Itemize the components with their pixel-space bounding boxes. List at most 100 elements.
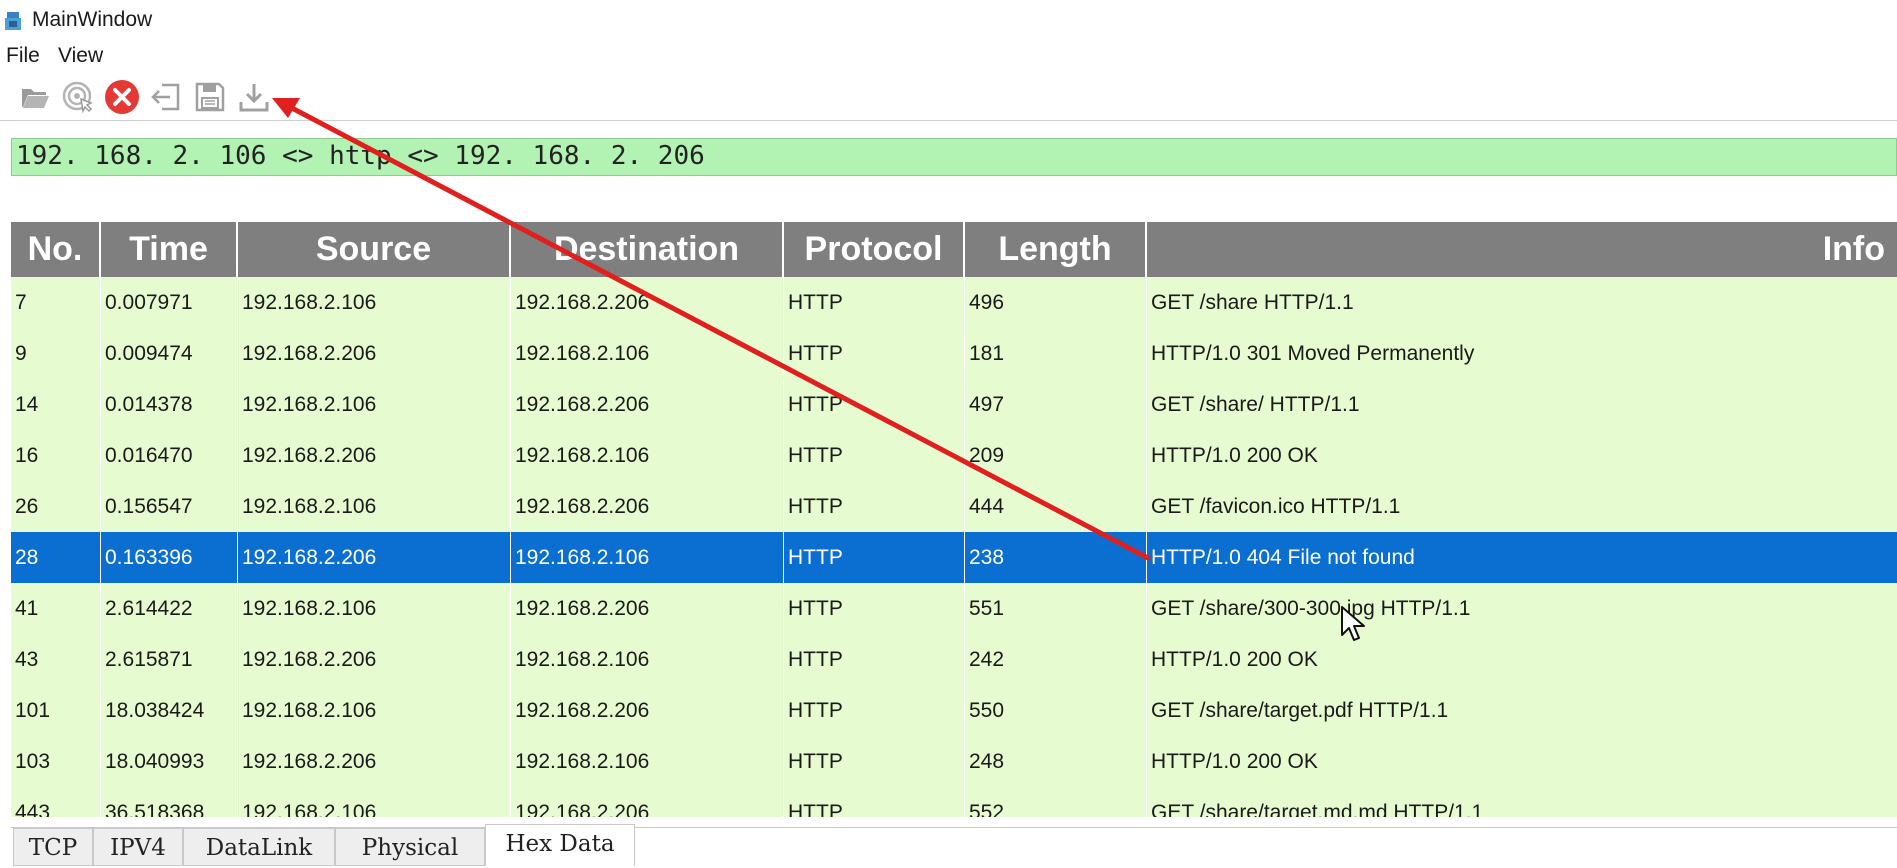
table-row[interactable]: 41 2.614422 192.168.2.106 192.168.2.206 HTTP…	[11, 583, 1897, 634]
save-icon	[195, 82, 225, 112]
cell-time: 0.007971	[101, 277, 238, 328]
column-header-info[interactable]: Info	[1147, 222, 1897, 277]
column-header-protocol[interactable]: Protocol	[784, 222, 965, 277]
cell-source: 192.168.2.206	[238, 430, 511, 481]
cell-info: HTTP/1.0 301 Moved Permanently	[1151, 342, 1475, 365]
cell-info: GET /favicon.ico HTTP/1.1	[1151, 495, 1401, 518]
cell-destination: 192.168.2.106	[511, 328, 784, 379]
cell-time: 2.614422	[101, 583, 238, 634]
close-icon	[105, 80, 139, 114]
cell-length: 497	[965, 379, 1147, 430]
column-header-time[interactable]: Time	[101, 222, 238, 277]
column-header-no[interactable]: No.	[11, 222, 101, 277]
folder-open-icon	[22, 89, 49, 108]
cell-no: 7	[11, 277, 101, 328]
open-file-button[interactable]	[16, 78, 54, 116]
cell-source: 192.168.2.106	[238, 787, 511, 817]
cell-time: 0.014378	[101, 379, 238, 430]
cell-protocol: HTTP	[784, 277, 965, 328]
cell-source: 192.168.2.106	[238, 379, 511, 430]
cell-protocol: HTTP	[784, 634, 965, 685]
table-row[interactable]: 9 0.009474 192.168.2.206 192.168.2.106 HTTP 1…	[11, 328, 1897, 379]
cell-info: HTTP/1.0 200 OK	[1151, 444, 1318, 467]
cell-protocol: HTTP	[784, 787, 965, 817]
table-row[interactable]: 26 0.156547 192.168.2.106 192.168.2.206 HTTP…	[11, 481, 1897, 532]
cell-destination: 192.168.2.206	[511, 583, 784, 634]
column-header-source[interactable]: Source	[238, 222, 511, 277]
cell-protocol: HTTP	[784, 532, 965, 583]
cell-protocol: HTTP	[784, 583, 965, 634]
cell-length: 444	[965, 481, 1147, 532]
tab-physical[interactable]: Physical	[335, 828, 485, 866]
stop-button[interactable]	[103, 78, 141, 116]
filter-display[interactable]: 192. 168. 2. 106 <> http <> 192. 168. 2.…	[11, 138, 1897, 176]
cell-destination: 192.168.2.206	[511, 481, 784, 532]
menu-bar: File View	[0, 42, 1897, 72]
cell-length: 551	[965, 583, 1147, 634]
cell-protocol: HTTP	[784, 430, 965, 481]
cell-source: 192.168.2.106	[238, 277, 511, 328]
table-row[interactable]: 443 36.518368 192.168.2.106 192.168.2.206 HT…	[11, 787, 1897, 817]
cell-length: 238	[965, 532, 1147, 583]
cell-length: 209	[965, 430, 1147, 481]
toolbar	[0, 74, 1897, 121]
cell-time: 2.615871	[101, 634, 238, 685]
cell-source: 192.168.2.206	[238, 736, 511, 787]
cell-no: 9	[11, 328, 101, 379]
cell-source: 192.168.2.206	[238, 532, 511, 583]
table-row[interactable]: 28 0.163396 192.168.2.206 192.168.2.106 HTTP…	[11, 532, 1897, 583]
cell-no: 101	[11, 685, 101, 736]
cell-info: GET /share/300-300.jpg HTTP/1.1	[1151, 597, 1471, 620]
column-header-destination[interactable]: Destination	[511, 222, 784, 277]
cell-time: 18.038424	[101, 685, 238, 736]
exit-icon	[151, 83, 180, 111]
cell-no: 16	[11, 430, 101, 481]
tab-tcp[interactable]: TCP	[13, 828, 93, 866]
cell-destination: 192.168.2.206	[511, 277, 784, 328]
cell-no: 26	[11, 481, 101, 532]
menu-file[interactable]: File	[6, 44, 40, 68]
packet-table[interactable]: No. Time Source Destination Protocol Len…	[11, 222, 1897, 817]
cell-no: 443	[11, 787, 101, 817]
cell-source: 192.168.2.106	[238, 685, 511, 736]
mouse-cursor-icon	[1341, 606, 1365, 641]
cell-destination: 192.168.2.106	[511, 532, 784, 583]
column-header-length[interactable]: Length	[965, 222, 1147, 277]
table-header: No. Time Source Destination Protocol Len…	[11, 222, 1897, 277]
tab-datalink[interactable]: DataLink	[183, 828, 335, 866]
table-row[interactable]: 103 18.040993 192.168.2.206 192.168.2.106 HT…	[11, 736, 1897, 787]
filter-text: 192. 168. 2. 106 <> http <> 192. 168. 2.…	[16, 141, 705, 171]
menu-view[interactable]: View	[58, 44, 103, 68]
download-button[interactable]	[235, 78, 273, 116]
tab-hex-data[interactable]: Hex Data	[485, 824, 635, 866]
table-row[interactable]: 101 18.038424 192.168.2.106 192.168.2.206 HT…	[11, 685, 1897, 736]
cell-destination: 192.168.2.106	[511, 736, 784, 787]
cell-length: 552	[965, 787, 1147, 817]
cell-time: 0.016470	[101, 430, 238, 481]
cell-destination: 192.168.2.206	[511, 685, 784, 736]
cell-info: GET /share/target.pdf HTTP/1.1	[1151, 699, 1449, 722]
download-icon	[239, 84, 269, 112]
cell-info: HTTP/1.0 404 File not found	[1151, 546, 1415, 569]
cell-info: GET /share/ HTTP/1.1	[1151, 393, 1360, 416]
cell-protocol: HTTP	[784, 685, 965, 736]
capture-button[interactable]	[59, 78, 97, 116]
cell-time: 18.040993	[101, 736, 238, 787]
table-row[interactable]: 7 0.007971 192.168.2.106 192.168.2.206 HTTP 4…	[11, 277, 1897, 328]
cell-protocol: HTTP	[784, 379, 965, 430]
cell-protocol: HTTP	[784, 481, 965, 532]
table-row[interactable]: 43 2.615871 192.168.2.206 192.168.2.106 HTTP…	[11, 634, 1897, 685]
exit-button[interactable]	[147, 78, 185, 116]
table-row[interactable]: 14 0.014378 192.168.2.106 192.168.2.206 HTTP…	[11, 379, 1897, 430]
table-row[interactable]: 16 0.016470 192.168.2.206 192.168.2.106 HTTP…	[11, 430, 1897, 481]
tab-ipv4[interactable]: IPV4	[93, 828, 183, 866]
cell-source: 192.168.2.106	[238, 481, 511, 532]
cell-info: HTTP/1.0 200 OK	[1151, 648, 1318, 671]
save-button[interactable]	[191, 78, 229, 116]
cell-info: HTTP/1.0 200 OK	[1151, 750, 1318, 773]
cell-destination: 192.168.2.206	[511, 787, 784, 817]
window-title: MainWindow	[32, 8, 153, 31]
cell-no: 43	[11, 634, 101, 685]
cell-no: 103	[11, 736, 101, 787]
cell-source: 192.168.2.206	[238, 328, 511, 379]
